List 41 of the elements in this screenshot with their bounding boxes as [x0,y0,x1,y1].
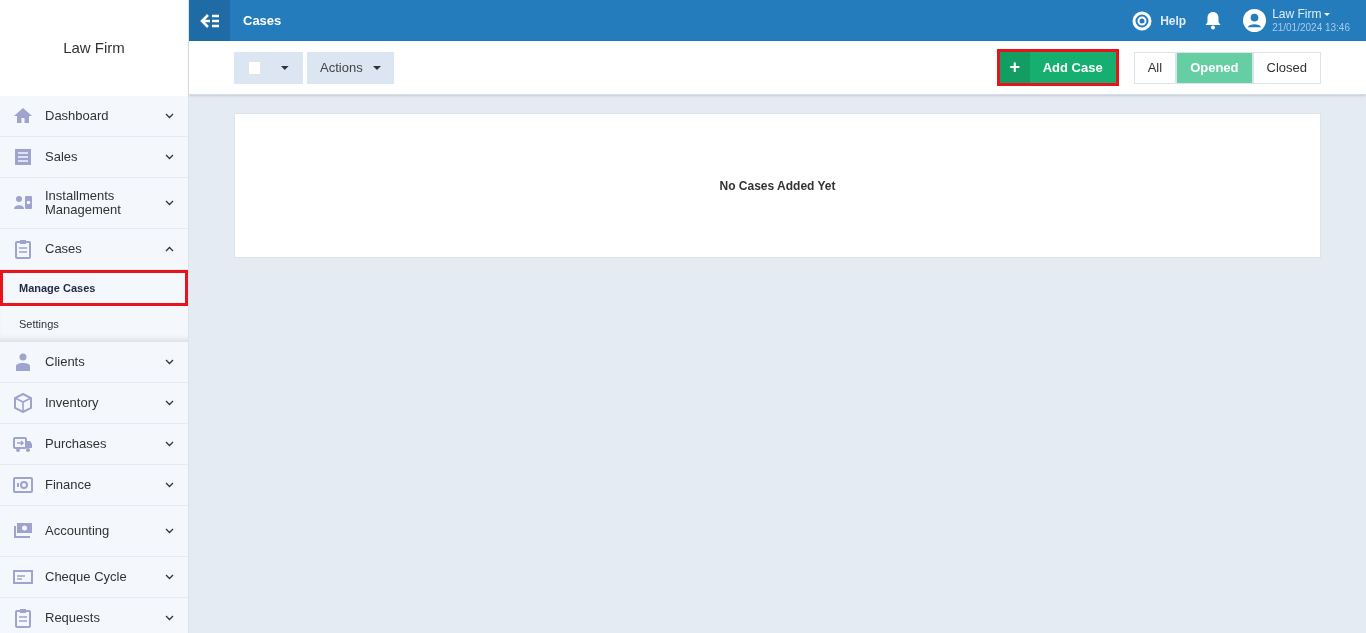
actions-dropdown[interactable]: Actions [307,51,394,84]
truck-icon [12,434,34,454]
cheque-icon [12,567,34,587]
notification-bell-icon[interactable] [1204,11,1223,30]
help-button[interactable]: Help [1132,10,1187,31]
clipboard-icon [12,608,34,628]
select-all-checkbox[interactable] [248,60,262,75]
sidebar-item[interactable]: Accounting [0,506,188,557]
safe-icon [12,475,34,495]
submenu-item[interactable]: Manage Cases [0,270,188,306]
back-button[interactable] [189,0,230,41]
caret-icon [372,65,381,70]
date-time: 21/01/2024 13:46 [1272,20,1350,34]
back-arrow-icon [199,13,220,28]
list-icon [12,147,34,167]
box-icon [12,393,34,413]
caret-icon [281,65,289,70]
sidebar-item[interactable]: Clients [0,342,188,383]
user-avatar-icon [1243,9,1267,32]
house-icon [12,106,34,126]
lifebuoy-icon [1132,10,1153,31]
banknote-icon [12,521,34,541]
clipboard-icon [12,239,34,259]
sidebar-item[interactable]: Cheque Cycle [0,557,188,598]
user-name: Law Firm [1272,7,1322,21]
user-menu[interactable]: Law Firm 21/01/2024 13:46 [1243,7,1350,34]
filter-tab[interactable]: Closed [1252,51,1321,84]
sidebar-item[interactable]: Purchases [0,424,188,465]
sidebar-item[interactable]: Finance [0,465,188,506]
sidebar-item[interactable]: Inventory [0,383,188,424]
filter-tab[interactable]: All [1133,51,1177,84]
page-title: Cases [243,11,282,30]
sidebar-item[interactable]: Installments Management [0,178,188,229]
caret-icon [1324,12,1331,16]
sidebar-item[interactable]: Cases [0,229,188,270]
empty-message: No Cases Added Yet [719,177,836,195]
submenu-item[interactable]: Settings [0,306,188,342]
sidebar-item[interactable]: Sales [0,137,188,178]
brand-name: Law Firm [63,37,125,58]
sidebar-item[interactable]: Dashboard [0,96,188,137]
sidebar-item[interactable]: Requests [0,598,188,633]
